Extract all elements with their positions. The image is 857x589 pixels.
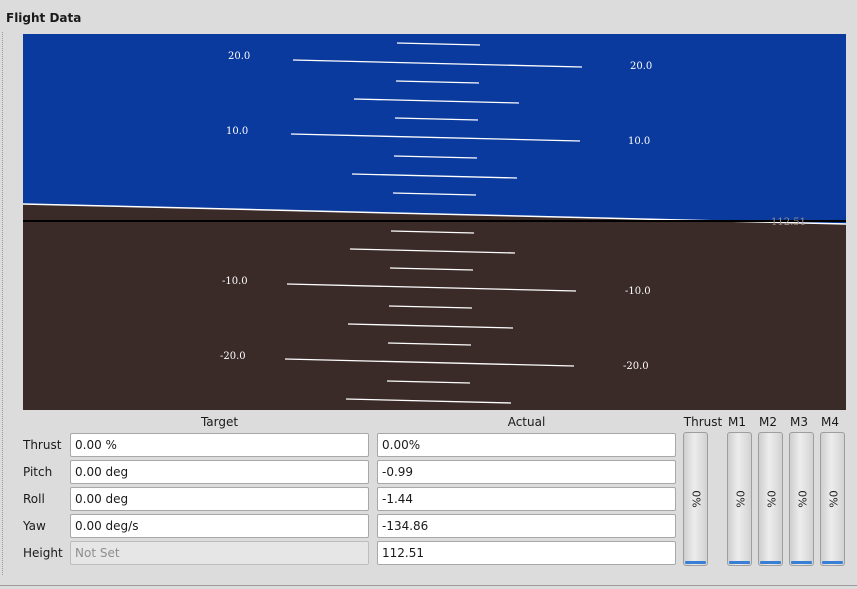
flight-data-title: Flight Data bbox=[6, 11, 82, 25]
m3-bar-value: 0% bbox=[795, 490, 808, 508]
m1-bar-label: M1 bbox=[728, 415, 746, 429]
roll-target-field[interactable]: 0.00 deg bbox=[70, 487, 369, 511]
bottom-divider bbox=[0, 585, 857, 586]
thrust-label: Thrust bbox=[23, 438, 62, 452]
artificial-horizon: 20.0 20.0 10.0 10.0 -10.0 -10.0 -20.0 -2… bbox=[23, 34, 846, 410]
m4-bar-label: M4 bbox=[821, 415, 839, 429]
thrust-target-field[interactable]: 0.00 % bbox=[70, 433, 369, 457]
yaw-actual-field[interactable]: -134.86 bbox=[377, 514, 676, 538]
yaw-label: Yaw bbox=[23, 519, 46, 533]
group-frame bbox=[2, 32, 7, 575]
roll-actual-field[interactable]: -1.44 bbox=[377, 487, 676, 511]
pitch-actual-field[interactable]: -0.99 bbox=[377, 460, 676, 484]
m4-bar-value: 0% bbox=[826, 490, 839, 508]
thrust-actual-field[interactable]: 0.00% bbox=[377, 433, 676, 457]
thrust-bar-fill bbox=[685, 561, 706, 564]
m4-bar-fill bbox=[822, 561, 843, 564]
target-column-header: Target bbox=[200, 415, 239, 429]
height-target-field: Not Set bbox=[70, 541, 369, 565]
roll-label: Roll bbox=[23, 492, 45, 506]
horizon-sky bbox=[23, 34, 846, 224]
pitch-label-p20-left: 20.0 bbox=[228, 51, 250, 62]
m3-progress-bar: 0% bbox=[789, 432, 814, 566]
pitch-label-p10-left: 10.0 bbox=[226, 126, 248, 137]
thrust-bar-label: Thrust bbox=[683, 415, 723, 429]
pitch-label-n20-left: -20.0 bbox=[220, 351, 246, 362]
height-actual-field[interactable]: 112.51 bbox=[377, 541, 676, 565]
m2-bar-label: M2 bbox=[759, 415, 777, 429]
m2-progress-bar: 0% bbox=[758, 432, 783, 566]
height-readout: 112.51 bbox=[771, 217, 806, 228]
m1-progress-bar: 0% bbox=[727, 432, 752, 566]
pitch-label-p10-right: 10.0 bbox=[628, 136, 650, 147]
m3-bar-label: M3 bbox=[790, 415, 808, 429]
thrust-bar-value: 0% bbox=[689, 490, 702, 508]
thrust-progress-bar: 0% bbox=[683, 432, 708, 566]
yaw-target-field[interactable]: 0.00 deg/s bbox=[70, 514, 369, 538]
m4-progress-bar: 0% bbox=[820, 432, 845, 566]
pitch-label: Pitch bbox=[23, 465, 53, 479]
pitch-label-n10-right: -10.0 bbox=[625, 286, 651, 297]
m2-bar-value: 0% bbox=[764, 490, 777, 508]
actual-column-header: Actual bbox=[507, 415, 546, 429]
height-label: Height bbox=[23, 546, 63, 560]
m1-bar-value: 0% bbox=[733, 490, 746, 508]
pitch-label-n20-right: -20.0 bbox=[623, 361, 649, 372]
pitch-label-p20-right: 20.0 bbox=[630, 61, 652, 72]
m3-bar-fill bbox=[791, 561, 812, 564]
m1-bar-fill bbox=[729, 561, 750, 564]
m2-bar-fill bbox=[760, 561, 781, 564]
pitch-label-n10-left: -10.0 bbox=[222, 276, 248, 287]
pitch-target-field[interactable]: 0.00 deg bbox=[70, 460, 369, 484]
